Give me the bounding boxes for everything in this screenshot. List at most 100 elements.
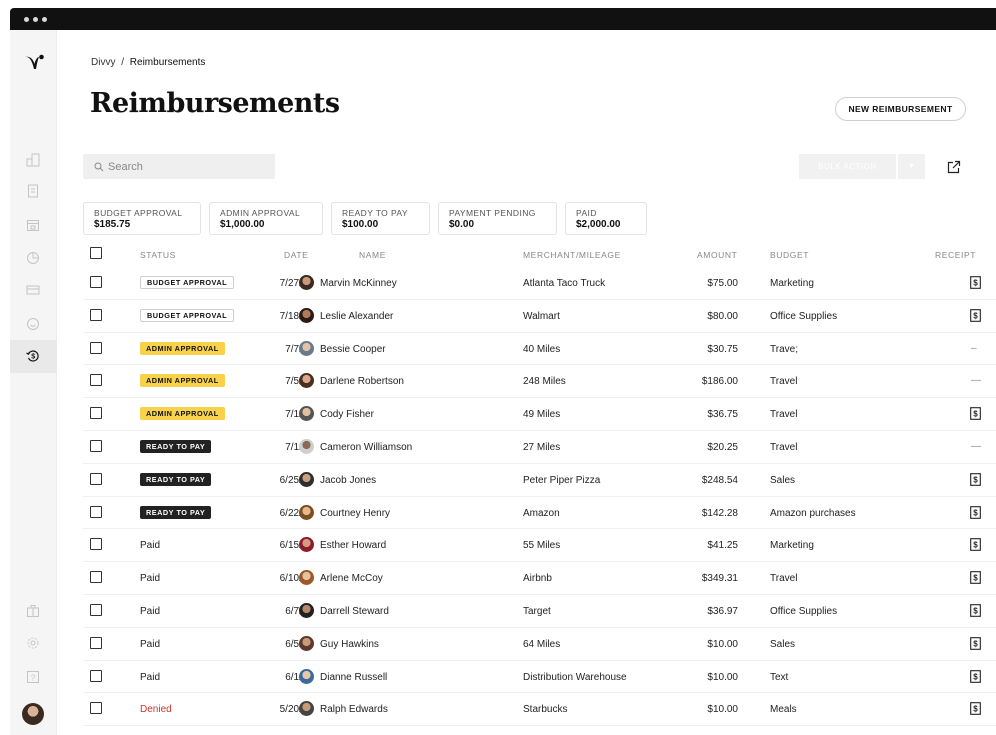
window-dot[interactable] [33,17,38,22]
user-avatar[interactable] [22,703,44,725]
col-status[interactable]: STATUS [140,250,176,260]
col-amount[interactable]: AMOUNT [697,250,737,260]
table-row[interactable]: Denied 5/20/21 Ralph Edwards Starbucks $10.0… [83,693,996,727]
receipt-icon[interactable]: $ [970,407,981,421]
search-input[interactable] [108,160,258,173]
calendar-icon[interactable] [26,218,40,232]
table-row[interactable]: Paid 6/10/21 Arlene McCoy Airbnb $349.31 Trav… [83,562,996,595]
merchant-cell: 248 Miles [523,376,566,388]
table-row[interactable]: Paid6/7/21Darrell StewardTarget$36.97Off… [83,595,996,628]
row-checkbox[interactable] [90,538,102,551]
receipt-icon[interactable]: $ [970,505,981,519]
gear-icon[interactable] [26,636,40,650]
search-box[interactable] [83,154,275,179]
row-checkbox[interactable] [90,276,102,288]
select-all-checkbox[interactable] [90,247,102,259]
table-row[interactable]: READY TO PAY 6/25/21 Jacob Jones Peter Pipe… [83,464,996,497]
col-budget[interactable]: BUDGET [770,250,809,260]
receipt-icon[interactable]: $ [970,604,981,617]
table-row[interactable]: BUDGET APPROVAL 7/18/21 Leslie Alexander Wa… [83,300,996,333]
name-cell[interactable]: Jacob Jones [320,475,376,486]
table-row[interactable]: READY TO PAY 6/22/21 Courtney Henry Amazon $… [83,497,996,530]
name-cell[interactable]: Dianne Russell [320,672,387,683]
row-checkbox[interactable] [90,669,102,682]
receipt-icon[interactable]: $ [970,669,981,683]
pie-chart-icon[interactable] [26,251,40,265]
table-row[interactable]: BUDGET APPROVAL 7/27/21 Marvin McKinney Atl… [83,267,996,300]
smiley-icon[interactable] [26,317,40,331]
name-cell[interactable]: Cody Fisher [320,409,374,420]
col-date[interactable]: DATE [284,250,308,260]
divvy-logo-icon[interactable] [23,52,45,74]
new-reimbursement-button[interactable]: NEW REIMBURSEMENT [835,97,966,121]
summary-chip[interactable]: PAID $2,000.00 [565,202,647,235]
bulk-action-dropdown[interactable]: ▼ [898,154,925,179]
row-checkbox[interactable] [90,308,102,321]
row-checkbox[interactable] [90,341,102,354]
briefcase-icon[interactable] [26,604,40,618]
name-cell[interactable]: Leslie Alexander [320,311,393,322]
row-checkbox[interactable] [90,407,102,420]
status-badge: READY TO PAY [140,472,212,486]
receipt-icon[interactable]: $ [970,636,981,650]
receipt-icon[interactable]: $ [970,308,981,322]
bulk-action-button[interactable]: BULK ACTION [799,154,896,179]
svg-text:$: $ [973,410,978,419]
table-row[interactable]: ADMIN APPROVAL7/1/21Cody Fisher49 Miles$… [83,398,996,431]
col-name[interactable]: NAME [359,250,386,260]
document-icon[interactable] [26,184,40,198]
table-row[interactable]: Paid 6/15/21 Esther Howard 55 Miles $41.25 Ma… [83,529,996,563]
summary-chip-label: BUDGET APPROVAL [94,208,183,218]
name-cell[interactable]: Darrell Steward [320,606,389,617]
summary-chip-value: $0.00 [449,219,475,230]
window-dot[interactable] [42,17,47,22]
window-dot[interactable] [24,17,29,22]
budget-cell: Trave; [770,343,798,355]
budget-cell: Sales [770,474,796,486]
col-receipt[interactable]: RECEIPT [935,250,976,260]
name-cell[interactable]: Darlene Robertson [320,376,404,387]
row-checkbox[interactable] [90,472,102,485]
card-icon[interactable] [26,283,40,297]
col-merchant[interactable]: MERCHANT/MILEAGE [523,250,621,260]
dashboard-icon[interactable] [26,153,40,167]
breadcrumb-root[interactable]: Divvy [91,57,115,68]
receipt-icon[interactable]: $ [970,472,981,486]
row-checkbox[interactable] [90,571,102,584]
name-cell[interactable]: Guy Hawkins [320,639,379,650]
name-cell[interactable]: Ralph Edwards [320,704,388,715]
budget-cell: Travel [770,573,798,585]
summary-chip[interactable]: BUDGET APPROVAL $185.75 [83,202,201,235]
row-checkbox[interactable] [90,374,102,387]
summary-chip-label: READY TO PAY [342,208,408,218]
reimbursement-icon[interactable]: $ [26,349,40,363]
summary-chip[interactable]: ADMIN APPROVAL $1,000.00 [209,202,323,235]
name-cell[interactable]: Courtney Henry [320,508,390,519]
name-cell[interactable]: Cameron Williamson [320,442,412,453]
row-checkbox[interactable] [90,702,102,715]
reimbursements-table: STATUS DATE NAME MERCHANT/MILEAGE AMOUNT… [83,243,996,727]
name-cell[interactable]: Arlene McCoy [320,573,383,584]
table-row[interactable]: Paid6/1/21Dianne RussellDistribution War… [83,661,996,694]
row-checkbox[interactable] [90,439,102,452]
name-cell[interactable]: Esther Howard [320,540,386,551]
table-row[interactable]: ADMIN APPROVAL7/7/21Bessie Cooper40 Mile… [83,333,996,366]
export-icon[interactable] [947,160,961,174]
help-icon[interactable]: ? [26,670,40,684]
svg-text:$: $ [973,311,978,320]
receipt-icon[interactable]: $ [970,702,981,716]
table-row[interactable]: ADMIN APPROVAL7/5/21Darlene Robertson248… [83,365,996,399]
row-checkbox[interactable] [90,603,102,616]
summary-chip[interactable]: PAYMENT PENDING $0.00 [438,202,557,235]
receipt-icon[interactable]: $ [970,571,981,585]
receipt-icon[interactable]: $ [970,276,981,289]
row-checkbox[interactable] [90,636,102,649]
summary-chip[interactable]: READY TO PAY $100.00 [331,202,430,235]
name-cell[interactable]: Marvin McKinney [320,278,397,289]
receipt-icon[interactable]: $ [970,538,981,552]
row-checkbox[interactable] [90,505,102,518]
table-header: STATUS DATE NAME MERCHANT/MILEAGE AMOUNT… [83,243,996,267]
name-cell[interactable]: Bessie Cooper [320,344,386,355]
table-row[interactable]: Paid6/5/21Guy Hawkins64 Miles$10.00Sales… [83,628,996,661]
table-row[interactable]: READY TO PAY7/1/21Cameron Williamson27 M… [83,431,996,464]
